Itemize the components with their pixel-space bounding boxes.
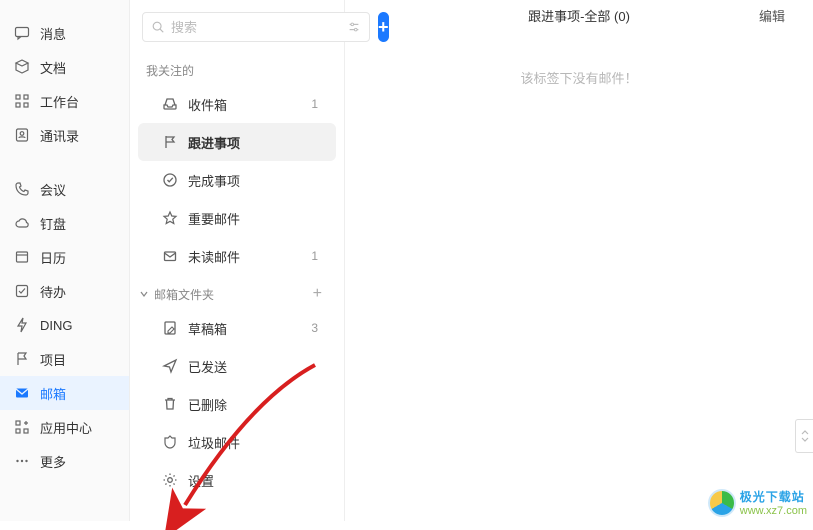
nav-label: 消息 <box>40 24 119 43</box>
search-input[interactable] <box>171 20 347 35</box>
gear-icon <box>162 472 178 488</box>
nav-appcenter[interactable]: 应用中心 <box>0 410 129 444</box>
spam-icon <box>162 434 178 450</box>
watermark-logo-icon <box>708 489 736 517</box>
nav-label: 通讯录 <box>40 126 119 145</box>
folder-label: 未读邮件 <box>188 247 311 266</box>
mail-folder-panel: + 我关注的 收件箱 1 跟进事项 完成事项 重要邮件 未读邮件 1 <box>130 0 345 521</box>
folder-count: 1 <box>311 249 318 263</box>
folder-drafts[interactable]: 草稿箱 3 <box>138 309 336 347</box>
trash-icon <box>162 396 178 412</box>
folder-count: 1 <box>311 97 318 111</box>
nav-label: 应用中心 <box>40 418 119 437</box>
calendar-icon <box>14 249 30 265</box>
folder-inbox[interactable]: 收件箱 1 <box>138 85 336 123</box>
nav-label: 项目 <box>40 350 119 369</box>
star-icon <box>162 210 178 226</box>
mail-icon <box>14 385 30 401</box>
content-title: 跟进事项-全部 (0) <box>528 6 630 25</box>
mailopen-icon <box>162 248 178 264</box>
empty-state-text: 该标签下没有邮件！ <box>345 68 813 87</box>
flag-icon <box>14 351 30 367</box>
folder-settings[interactable]: 设置 <box>138 461 336 499</box>
folder-label: 设置 <box>188 471 318 490</box>
done-icon <box>162 172 178 188</box>
add-folder-button[interactable]: + <box>313 285 328 303</box>
folder-label: 草稿箱 <box>188 319 311 338</box>
nav-label: 日历 <box>40 248 119 267</box>
nav-messages[interactable]: 消息 <box>0 16 129 50</box>
nav-more[interactable]: 更多 <box>0 444 129 478</box>
search-box[interactable] <box>142 12 370 42</box>
nav-label: 文档 <box>40 58 119 77</box>
folder-trash[interactable]: 已删除 <box>138 385 336 423</box>
folder-done[interactable]: 完成事项 <box>138 161 336 199</box>
folder-spam[interactable]: 垃圾邮件 <box>138 423 336 461</box>
nav-dingpan[interactable]: 钉盘 <box>0 206 129 240</box>
doc-icon <box>14 59 30 75</box>
nav-todo[interactable]: 待办 <box>0 274 129 308</box>
contacts-icon <box>14 127 30 143</box>
folder-label: 收件箱 <box>188 95 311 114</box>
section-followed-label: 我关注的 <box>146 62 194 79</box>
mail-content-panel: 跟进事项-全部 (0) 编辑 该标签下没有邮件！ <box>345 0 813 521</box>
folder-sent[interactable]: 已发送 <box>138 347 336 385</box>
check-icon <box>14 283 30 299</box>
nav-label: 钉盘 <box>40 214 119 233</box>
draft-icon <box>162 320 178 336</box>
more-icon <box>14 453 30 469</box>
watermark: 极光下载站 www.xz7.com <box>708 488 807 517</box>
section-folders-label: 邮箱文件夹 <box>154 286 214 303</box>
nav-label: 更多 <box>40 452 119 471</box>
folder-label: 已发送 <box>188 357 318 376</box>
nav-label: 待办 <box>40 282 119 301</box>
send-icon <box>162 358 178 374</box>
folder-label: 已删除 <box>188 395 318 414</box>
chat-icon <box>14 25 30 41</box>
nav-project[interactable]: 项目 <box>0 342 129 376</box>
nav-label: DING <box>40 318 119 333</box>
left-sidebar: 消息 文档 工作台 通讯录 会议 钉盘 <box>0 0 130 521</box>
section-followed: 我关注的 <box>130 52 344 85</box>
section-folders[interactable]: 邮箱文件夹 + <box>130 275 344 309</box>
nav-workbench[interactable]: 工作台 <box>0 84 129 118</box>
grid-icon <box>14 93 30 109</box>
edit-button[interactable]: 编辑 <box>759 6 785 25</box>
flag-icon <box>162 134 178 150</box>
phone-icon <box>14 181 30 197</box>
watermark-url: www.xz7.com <box>740 505 807 517</box>
folder-label: 重要邮件 <box>188 209 318 228</box>
scroll-handle[interactable] <box>795 419 813 453</box>
nav-docs[interactable]: 文档 <box>0 50 129 84</box>
nav-contacts[interactable]: 通讯录 <box>0 118 129 152</box>
inbox-icon <box>162 96 178 112</box>
bolt-icon <box>14 317 30 333</box>
nav-group-1: 消息 文档 工作台 通讯录 <box>0 16 129 152</box>
nav-calendar[interactable]: 日历 <box>0 240 129 274</box>
folder-count: 3 <box>311 321 318 335</box>
content-header: 跟进事项-全部 (0) 编辑 <box>345 0 813 36</box>
nav-group-2: 会议 钉盘 日历 待办 DING 项目 <box>0 172 129 478</box>
nav-label: 工作台 <box>40 92 119 111</box>
watermark-title: 极光下载站 <box>740 488 807 505</box>
nav-meeting[interactable]: 会议 <box>0 172 129 206</box>
folder-unread[interactable]: 未读邮件 1 <box>138 237 336 275</box>
folder-label: 垃圾邮件 <box>188 433 318 452</box>
folder-label: 跟进事项 <box>188 133 318 152</box>
nav-label: 会议 <box>40 180 119 199</box>
caret-down-icon <box>140 290 148 298</box>
folder-followup[interactable]: 跟进事项 <box>138 123 336 161</box>
nav-label: 邮箱 <box>40 384 119 403</box>
search-icon <box>151 20 165 34</box>
folder-important[interactable]: 重要邮件 <box>138 199 336 237</box>
nav-mail[interactable]: 邮箱 <box>0 376 129 410</box>
folder-label: 完成事项 <box>188 171 318 190</box>
nav-ding[interactable]: DING <box>0 308 129 342</box>
apps-icon <box>14 419 30 435</box>
cloud-icon <box>14 215 30 231</box>
